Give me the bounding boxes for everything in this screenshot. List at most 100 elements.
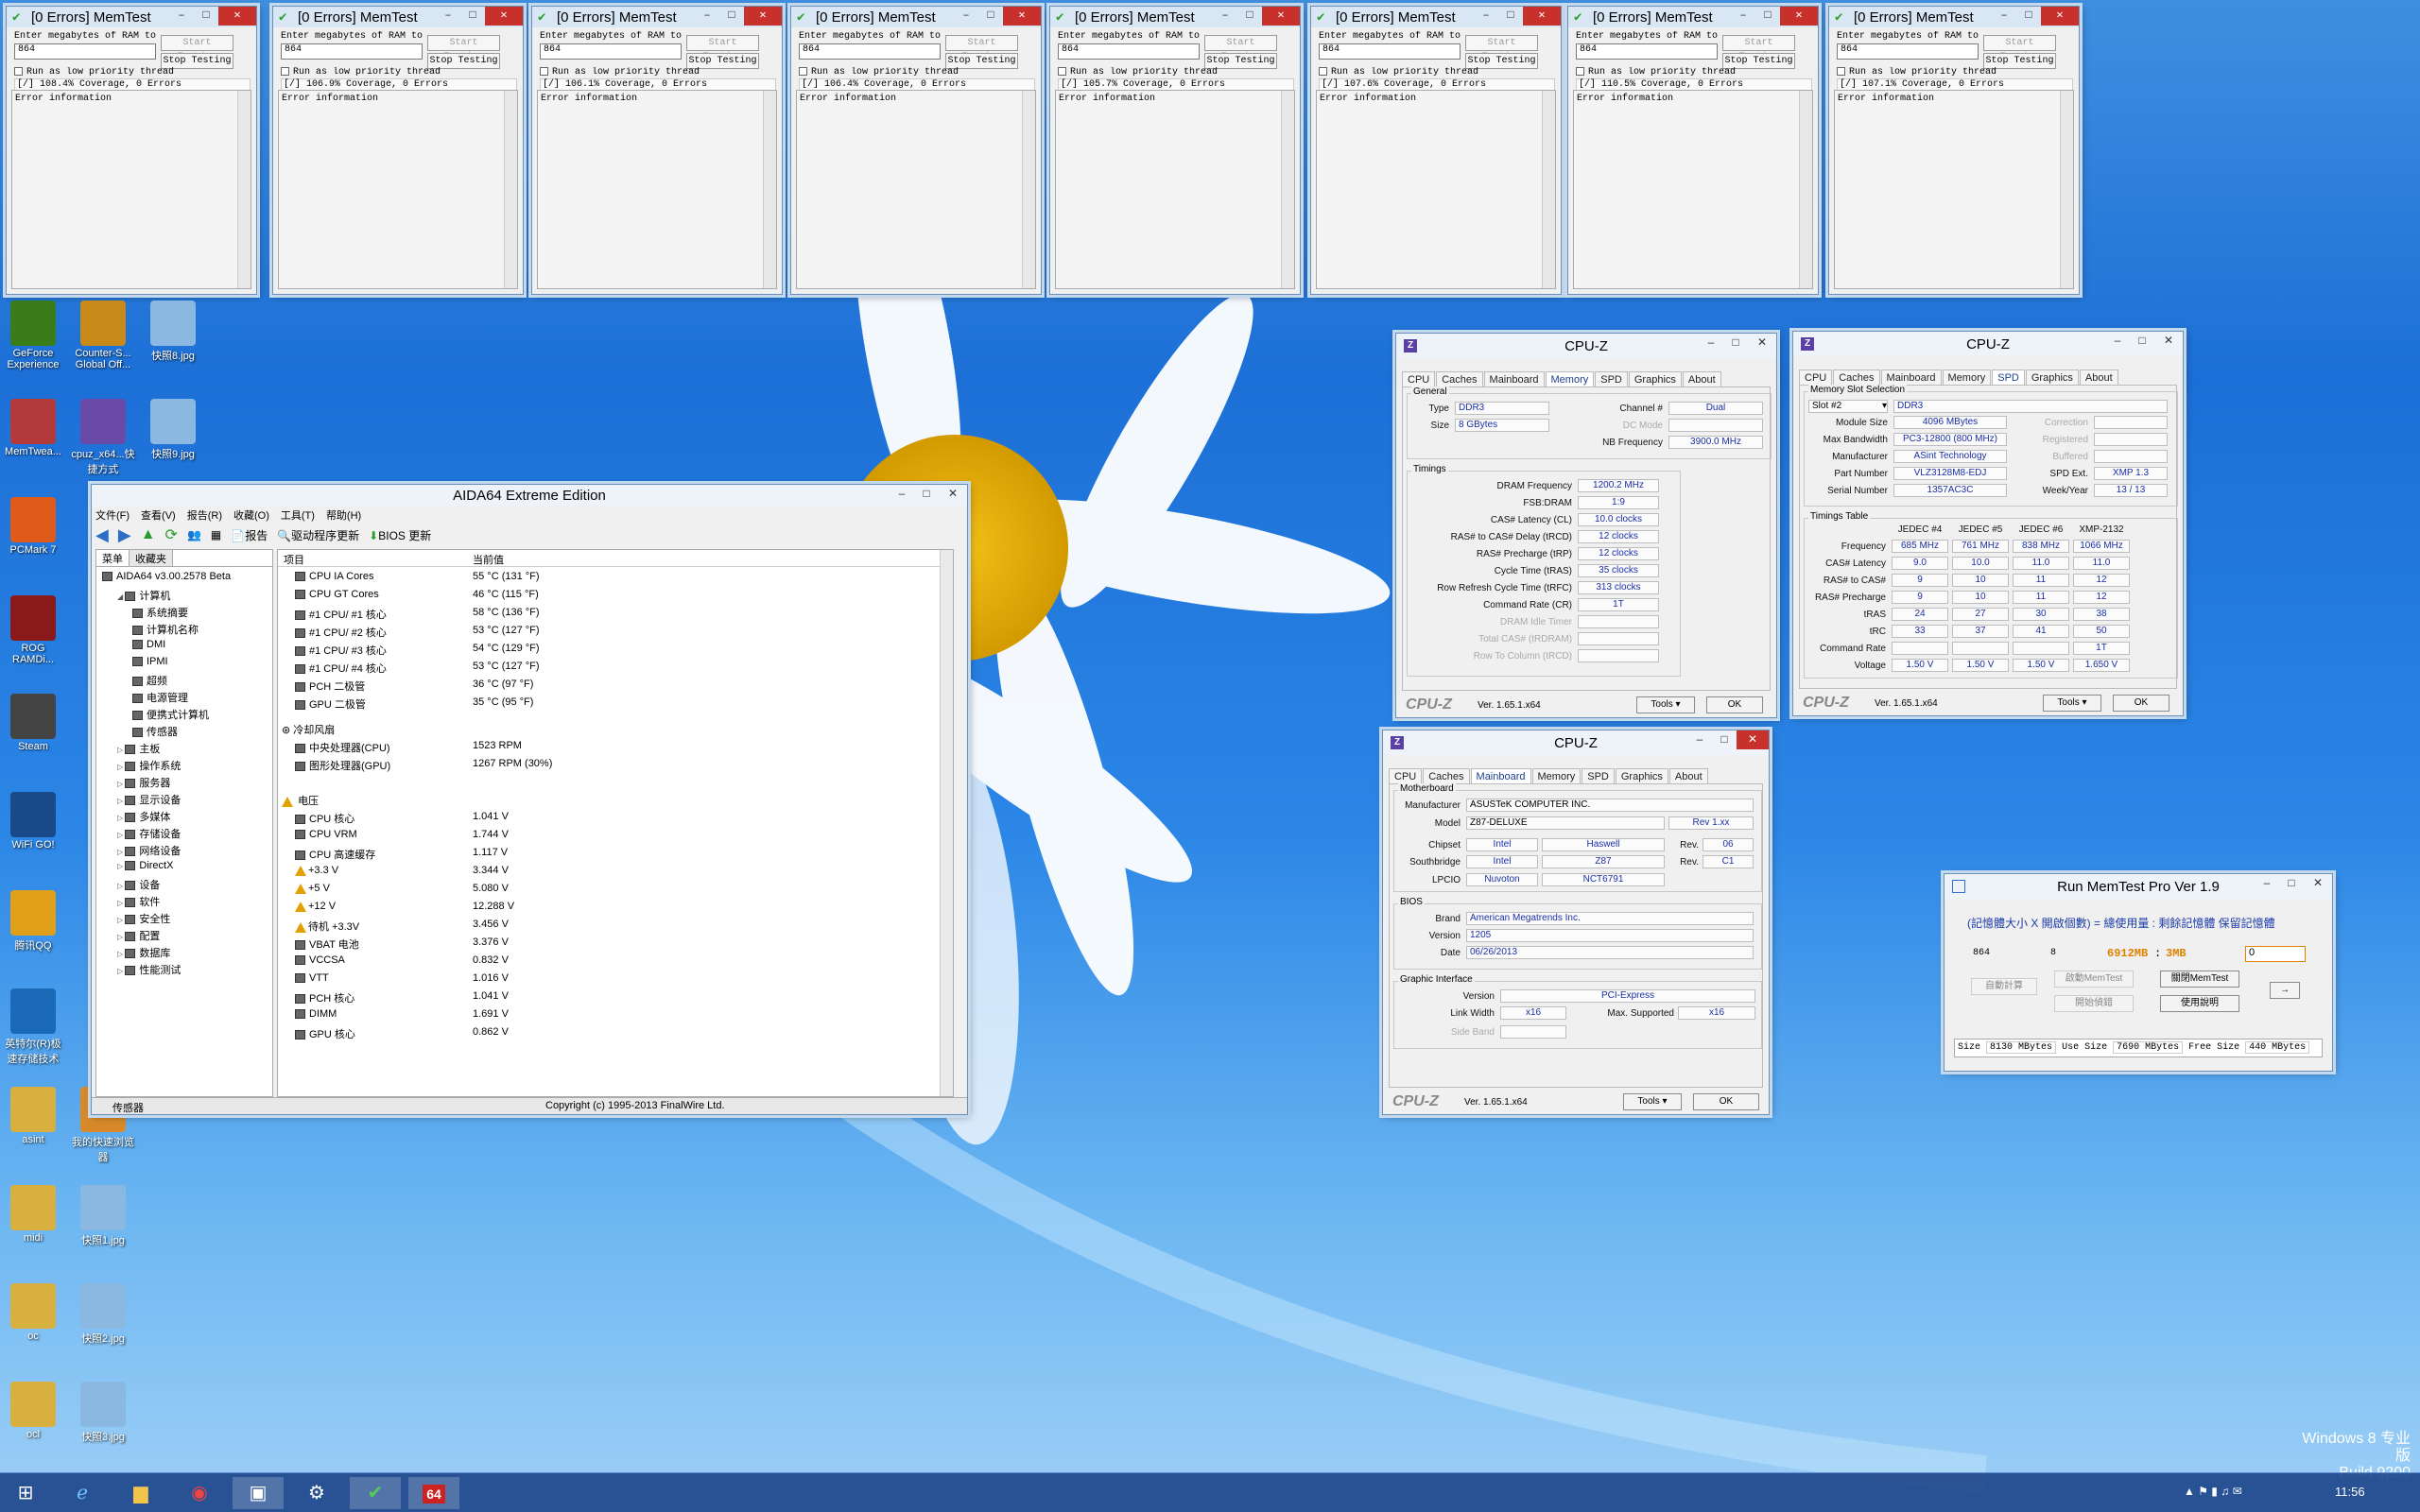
auto-calc-button[interactable]: 自動計算: [1971, 978, 2037, 995]
reserve-input[interactable]: 0: [2245, 946, 2306, 962]
aida64-tree[interactable]: 菜单 收藏夹 AIDA64 v3.00.2578 Beta ◢ 计算机 系统摘要 计算机…: [95, 549, 273, 1097]
desktop-icon[interactable]: midi: [0, 1185, 66, 1244]
error-info-box[interactable]: Error information: [1316, 90, 1556, 289]
tab-memory[interactable]: Memory: [1545, 371, 1595, 387]
ram-input[interactable]: 864: [1837, 43, 1979, 60]
sensor-name[interactable]: #1 CPU/ #4 核心: [295, 661, 387, 676]
minimize-button[interactable]: –: [695, 7, 719, 26]
expand-icon[interactable]: ▷: [117, 899, 125, 907]
tree-item[interactable]: ▷ 设备: [117, 877, 160, 892]
expand-icon[interactable]: ▷: [117, 882, 125, 890]
memtest-window[interactable]: ✔ [0 Errors] MemTest – □ ✕ Enter megabytes…: [1567, 6, 1819, 295]
checkbox[interactable]: [1576, 67, 1584, 76]
taskbar-steam[interactable]: ⚙: [291, 1477, 342, 1509]
start-memtest-button[interactable]: 啟動MemTest: [2054, 971, 2134, 988]
sensor-name[interactable]: CPU GT Cores: [295, 589, 379, 600]
tab-cpu[interactable]: CPU: [1799, 369, 1833, 386]
maximize-button[interactable]: □: [914, 485, 939, 504]
tree-item[interactable]: DMI: [132, 639, 165, 650]
sensor-name[interactable]: #1 CPU/ #1 核心: [295, 607, 387, 622]
run-memtest-pro-window[interactable]: Run MemTest Pro Ver 1.9 – □ ✕ (記憶體大小 X 開啟個…: [1944, 873, 2333, 1072]
maximize-button[interactable]: □: [1712, 730, 1737, 749]
minimize-button[interactable]: –: [1731, 7, 1755, 26]
tree-item[interactable]: ▷ 性能测试: [117, 962, 181, 977]
tab-cpu[interactable]: CPU: [1389, 768, 1423, 784]
minimize-button[interactable]: –: [1687, 730, 1712, 749]
tree-item[interactable]: ▷ 主板: [117, 741, 160, 756]
tab-about[interactable]: About: [1682, 371, 1721, 387]
tray-icons[interactable]: ▲ ⚑ ▮ ♫ ✉: [2184, 1485, 2242, 1498]
user-icon[interactable]: 👥: [187, 528, 201, 541]
vertical-scrollbar[interactable]: [763, 91, 776, 288]
low-priority-checkbox[interactable]: Run as low priority thread: [1058, 67, 1285, 77]
ok-button[interactable]: OK: [1706, 696, 1763, 713]
sensor-name[interactable]: #1 CPU/ #3 核心: [295, 643, 387, 658]
tab-spd[interactable]: SPD: [1992, 369, 2025, 386]
close-button[interactable]: ✕: [744, 7, 782, 26]
desktop-icon[interactable]: 快照9.jpg: [140, 399, 206, 461]
begin-check-button[interactable]: 開始偵錯: [2054, 995, 2134, 1012]
taskbar-explorer[interactable]: ▆: [115, 1477, 166, 1509]
desktop-icon[interactable]: ROG RAMDi...: [0, 595, 66, 665]
forward-icon[interactable]: ▶: [118, 525, 131, 545]
minimize-button[interactable]: –: [1213, 7, 1237, 26]
minimize-button[interactable]: –: [2255, 874, 2279, 893]
close-button[interactable]: ✕: [218, 7, 256, 26]
arrow-button[interactable]: →: [2270, 982, 2300, 999]
sensor-name[interactable]: #1 CPU/ #2 核心: [295, 625, 387, 640]
minimize-button[interactable]: –: [954, 7, 978, 26]
low-priority-checkbox[interactable]: Run as low priority thread: [1319, 67, 1546, 77]
ram-input[interactable]: 864: [1576, 43, 1718, 60]
vertical-scrollbar[interactable]: [1022, 91, 1035, 288]
start-testing-button[interactable]: Start Testing: [427, 35, 500, 62]
low-priority-checkbox[interactable]: Run as low priority thread: [14, 67, 241, 77]
menu-item[interactable]: 收藏(O): [233, 507, 269, 523]
cpuz-memory-window[interactable]: Z CPU-Z – □ ✕ CPU Caches Mainboard Memory SPD G…: [1395, 333, 1777, 718]
close-button[interactable]: ✕: [2154, 332, 2183, 351]
close-button[interactable]: ✕: [1748, 334, 1776, 352]
up-icon[interactable]: ▲: [141, 526, 156, 543]
low-priority-checkbox[interactable]: Run as low priority thread: [1837, 67, 2064, 77]
vertical-scrollbar[interactable]: [1799, 91, 1812, 288]
tree-item[interactable]: 便携式计算机: [132, 707, 209, 722]
expand-icon[interactable]: ▷: [117, 933, 125, 941]
expand-icon[interactable]: ▷: [117, 950, 125, 958]
expand-icon[interactable]: ▷: [117, 746, 125, 754]
minimize-button[interactable]: –: [890, 485, 914, 504]
close-memtest-button[interactable]: 關閉MemTest: [2160, 971, 2239, 988]
aida64-sensor-list[interactable]: 项目 当前值 CPU IA Cores 55 °C (131 °F) CPU GT…: [277, 549, 954, 1097]
maximize-button[interactable]: □: [719, 7, 744, 26]
tree-item[interactable]: AIDA64 v3.00.2578 Beta: [102, 571, 231, 582]
start-testing-button[interactable]: Start Testing: [1722, 35, 1795, 62]
start-testing-button[interactable]: Start Testing: [1983, 35, 2056, 62]
tab-mainboard[interactable]: Mainboard: [1470, 768, 1531, 784]
maximize-button[interactable]: □: [1498, 7, 1523, 26]
close-button[interactable]: ✕: [2041, 7, 2079, 26]
tab-favorites[interactable]: 收藏夹: [130, 550, 173, 566]
error-info-box[interactable]: Error information: [1055, 90, 1295, 289]
tree-item[interactable]: ▷ 服务器: [117, 775, 170, 790]
ok-button[interactable]: OK: [2113, 695, 2169, 712]
taskbar-aida64[interactable]: 64: [408, 1477, 459, 1509]
bios-update-button[interactable]: ⬇BIOS 更新: [369, 527, 431, 543]
maximize-button[interactable]: □: [1755, 7, 1780, 26]
low-priority-checkbox[interactable]: Run as low priority thread: [799, 67, 1026, 77]
minimize-button[interactable]: –: [1474, 7, 1498, 26]
vertical-scrollbar[interactable]: [504, 91, 517, 288]
start-testing-button[interactable]: Start Testing: [1465, 35, 1538, 62]
memtest-window[interactable]: ✔ [0 Errors] MemTest – □ ✕ Enter megabytes…: [1828, 6, 2080, 295]
col-value[interactable]: 当前值: [473, 552, 504, 567]
vertical-scrollbar[interactable]: [940, 550, 953, 1096]
sensor-name[interactable]: CPU 高速缓存: [295, 847, 375, 862]
menu-item[interactable]: 查看(V): [141, 507, 176, 523]
maximize-button[interactable]: □: [1723, 334, 1748, 352]
start-testing-button[interactable]: Start Testing: [686, 35, 759, 62]
sensor-name[interactable]: CPU 核心: [295, 811, 354, 826]
tools-button[interactable]: Tools ▾: [2043, 695, 2101, 712]
vertical-scrollbar[interactable]: [2060, 91, 2073, 288]
expand-icon[interactable]: ▷: [117, 831, 125, 839]
cpuz-mainboard-window[interactable]: Z CPU-Z – □ ✕ CPU Caches Mainboard Memory SPD G…: [1382, 730, 1770, 1115]
expand-icon[interactable]: ▷: [117, 862, 125, 870]
tab-mainboard[interactable]: Mainboard: [1880, 369, 1942, 386]
tab-caches[interactable]: Caches: [1423, 768, 1470, 784]
